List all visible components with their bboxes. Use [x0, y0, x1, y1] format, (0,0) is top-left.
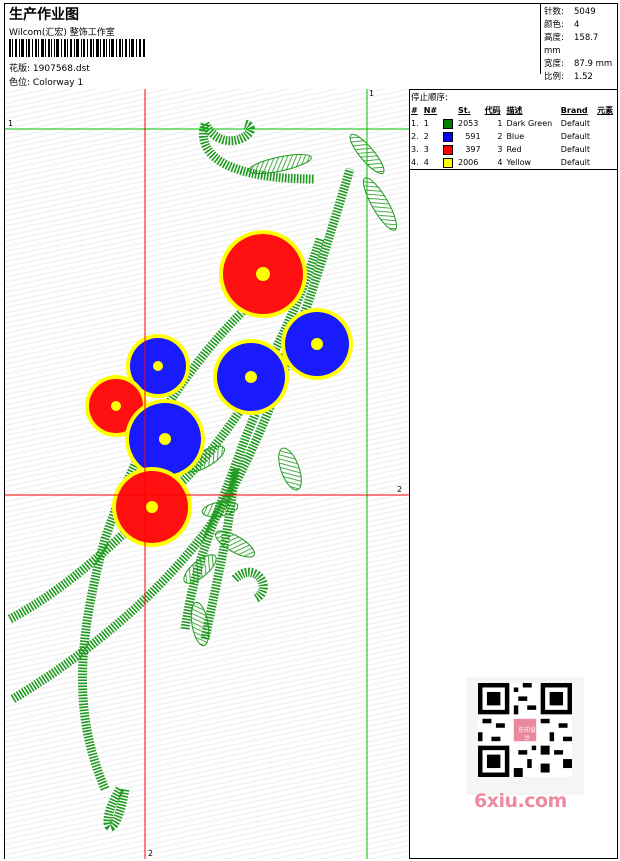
colorway-value: Colorway 1: [32, 78, 84, 88]
stop-sequence-table: # N# St. 代码 描述 Brand 元素 1. 1 2053 1 Dark…: [409, 104, 617, 169]
col-desc: 描述: [506, 106, 523, 115]
color-swatch: [442, 157, 453, 168]
guide-v1-label: 1: [369, 89, 375, 98]
col-brand: Brand: [560, 106, 588, 115]
stop-sequence-title: 停止顺序:: [411, 93, 448, 103]
divider: [409, 169, 617, 170]
stat-width: 宽度: 87.9 mm: [544, 59, 613, 69]
flowers: [85, 230, 353, 547]
watermark-text: 6xiu.com: [474, 790, 567, 812]
file-name-row: 花版: 1907568.dst: [9, 61, 90, 74]
file-value: 1907568.dst: [32, 64, 90, 74]
stat-colors: 颜色: 4: [544, 20, 580, 30]
col-n: N#: [423, 106, 438, 115]
table-row: 1. 1 2053 1 Dark Green Default: [411, 118, 591, 129]
col-idx: #: [411, 106, 418, 115]
file-label: 花版:: [9, 64, 31, 74]
qr-stamp: 东印设计: [517, 727, 536, 742]
table-header-row: # N# St. 代码 描述 Brand 元素: [409, 104, 617, 117]
stat-scale: 比例: 1.52: [544, 72, 593, 82]
table-row: 4. 4 2006 4 Yellow Default: [411, 157, 591, 168]
leaves: [183, 133, 398, 647]
stat-stitches: 针数: 5049: [544, 7, 596, 17]
table-row: 2. 2 591 2 Blue Default: [411, 131, 591, 142]
page-title: 生产作业图: [9, 7, 79, 23]
color-swatch: [442, 118, 453, 129]
color-swatch: [442, 131, 453, 142]
stat-height: 高度: 158.7 mm: [544, 33, 599, 56]
guide-h2-label: 2: [397, 485, 403, 494]
table-row: 3. 3 397 3 Red Default: [411, 144, 591, 155]
colorway-row: 色位: Colorway 1: [9, 75, 83, 88]
barcode: [9, 39, 145, 57]
header: 生产作业图 Wilcom(汇宏) 整饰工作室 花版: 1907568.dst 色…: [5, 4, 617, 90]
guide-h1-label: 1: [8, 119, 14, 128]
col-st: St.: [457, 106, 471, 115]
col-code: 代码: [484, 106, 501, 115]
col-element: 元素: [597, 106, 614, 115]
embroidery-design: [5, 89, 409, 859]
guide-v2-label: 2: [148, 849, 154, 858]
design-canvas: 1 1 2 2: [5, 89, 410, 859]
qr-code-area: 东印设计: [466, 677, 584, 795]
colorway-label: 色位:: [9, 78, 31, 88]
design-stats: 针数: 5049 颜色: 4 高度: 158.7 mm 宽度: 87.9 mm 比例: 1…: [540, 4, 617, 82]
color-swatch: [442, 144, 453, 155]
col-swatch: [441, 104, 456, 117]
company-name: Wilcom(汇宏) 整饰工作室: [9, 28, 115, 38]
